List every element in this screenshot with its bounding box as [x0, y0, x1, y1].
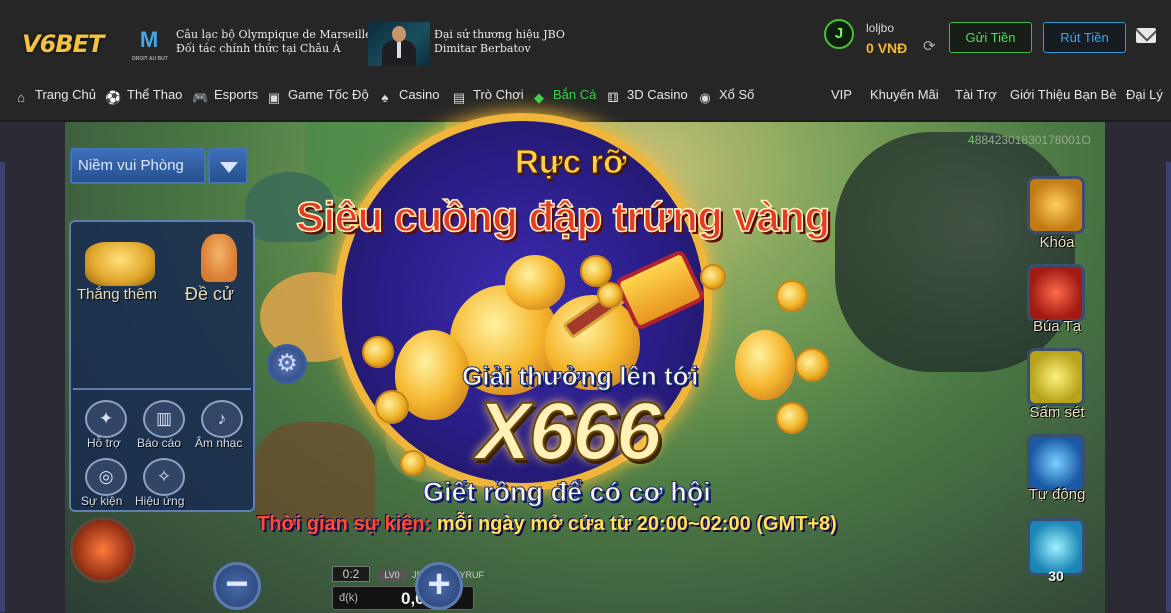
ambassador-text: Đại sứ thương hiệu JBO Dimitar Berbatov [434, 28, 565, 56]
gold-coin [776, 402, 808, 434]
promo-event-time: Thời gian sự kiện: mỗi ngày mở cửa từ 20… [257, 513, 837, 536]
nav-item-lottery[interactable]: ◉ Xổ Số [697, 87, 754, 106]
increase-bet-button[interactable]: + [415, 562, 463, 610]
nav-item-promotions[interactable]: Khuyến Mãi [870, 87, 939, 102]
gold-coin [776, 280, 808, 312]
nav-item-3d-casino[interactable]: ⚅ 3D Casino [605, 87, 687, 106]
ambassador-line-2: Dimitar Berbatov [434, 42, 531, 55]
event-time-label: Thời gian sự kiện: [257, 513, 432, 535]
v6bet-logo[interactable]: V6BET [22, 30, 122, 58]
bet-unit: đ(k) [339, 592, 358, 604]
soccer-ball-icon: ⚽ [105, 90, 122, 105]
fire-skill-button[interactable] [70, 517, 136, 583]
ambassador-photo [368, 22, 430, 66]
hammer-icon[interactable] [1027, 264, 1085, 322]
cannon-control-bar: − 0:2 LV0 JBolj8KTTYYRUF đ(k) 0,00 + [213, 562, 585, 613]
room-dropdown-arrow-icon[interactable] [208, 148, 248, 184]
refresh-balance-icon[interactable]: ⟳ [923, 39, 939, 55]
nav-item-agent[interactable]: Đại Lý [1126, 87, 1163, 102]
support-icon[interactable]: ✦ [85, 400, 127, 438]
golden-egg [735, 330, 795, 400]
auto-label[interactable]: Tự động [1021, 486, 1093, 503]
music-label[interactable]: Âm nhạc [195, 436, 242, 450]
effects-icon[interactable]: ✧ [143, 458, 185, 496]
dice-icon: ⚅ [607, 90, 619, 105]
slot-machine-icon: ▤ [452, 90, 466, 105]
lightning-label[interactable]: Sấm sét [1021, 404, 1093, 421]
gold-coin [375, 390, 409, 424]
lightning-icon[interactable] [1027, 348, 1085, 406]
nav-item-referral[interactable]: Giới Thiệu Bạn Bè [1010, 87, 1117, 102]
support-label[interactable]: Hỗ trợ [87, 436, 121, 450]
promo-tagline: Rực rỡ [515, 143, 628, 181]
nav-item-home[interactable]: ⌂ Trang Chủ [13, 87, 96, 106]
gold-coin [700, 264, 726, 290]
promo-condition: Giết rồng để có cơ hội [423, 477, 712, 508]
music-icon[interactable]: ♪ [201, 400, 243, 438]
left-backdrop [0, 122, 65, 613]
mail-icon[interactable] [1136, 28, 1156, 43]
balance-display: 0 VNĐ [866, 40, 907, 56]
thumbs-up-icon[interactable] [201, 234, 237, 282]
auto-icon[interactable] [1027, 434, 1085, 492]
events-label[interactable]: Sự kiện [81, 494, 122, 508]
cannon-multiplier: 0:2 [332, 566, 370, 582]
gamepad-icon: 🎮 [192, 90, 209, 105]
gold-coins-icon[interactable] [85, 242, 155, 286]
player-level: LV0 [377, 569, 407, 581]
settings-gear-icon[interactable]: ⚙ [267, 344, 307, 384]
nav-item-casino[interactable]: ♠ Casino [377, 87, 440, 106]
nav-item-sports[interactable]: ⚽ Thể Thao [105, 87, 182, 106]
lock-target-icon[interactable] [1027, 176, 1085, 234]
lottery-ball-icon: ◉ [699, 90, 711, 105]
earn-more-label[interactable]: Thắng thêm [77, 286, 157, 303]
decrease-bet-button[interactable]: − [213, 562, 261, 610]
withdraw-button[interactable]: Rút Tiền [1043, 22, 1126, 53]
nav-item-speed-game[interactable]: ▣ Game Tốc Độ [266, 87, 369, 106]
speed-game-icon: ▣ [267, 90, 281, 105]
username: loljbo [866, 21, 895, 35]
gold-coin [597, 282, 623, 308]
balance-amount: 0 [866, 40, 874, 56]
events-icon[interactable]: ◎ [85, 458, 127, 496]
olympique-marseille-crest-icon: M DROIT AU BUT [132, 27, 168, 62]
report-label[interactable]: Báo cáo [137, 436, 181, 450]
nav-item-vip[interactable]: VIP [831, 87, 852, 102]
rock-formation [255, 422, 375, 522]
menu-top-section: Thắng thêm Đề cử [73, 224, 251, 390]
lock-target-label[interactable]: Khóa [1021, 234, 1093, 251]
room-select[interactable]: Niềm vui Phòng [70, 148, 206, 184]
partner-line-2: Đối tác chính thức tại Châu Á [176, 42, 341, 55]
partner-text: Câu lạc bộ Olympique de Marseille Đối tá… [176, 28, 372, 56]
nav-item-esports[interactable]: 🎮 Esports [192, 87, 258, 106]
gold-coin [400, 450, 426, 476]
ambassador-line-1: Đại sứ thương hiệu JBO [434, 28, 565, 41]
cards-icon: ♠ [381, 90, 389, 105]
hammer-label[interactable]: Búa Tạ [1021, 318, 1093, 335]
skill-toolbar: Khóa Búa Tạ Sấm sét Tự động 30 [1021, 176, 1091, 613]
top-header: V6BET M DROIT AU BUT Câu lạc bộ Olympiqu… [0, 0, 1171, 120]
promo-multiplier: X666 [475, 385, 663, 478]
event-time-value: mỗi ngày mở cửa từ 20:00~02:00 (GMT+8) [431, 513, 837, 535]
report-icon[interactable]: ▥ [143, 400, 185, 438]
deposit-button[interactable]: Gửi Tiền [949, 22, 1032, 53]
user-avatar[interactable]: J [824, 19, 854, 49]
promo-title: Siêu cuồng đập trứng vàng [295, 192, 831, 241]
game-session-id: 48842301830178001O [968, 133, 1091, 147]
burst-count: 30 [1048, 568, 1064, 584]
home-icon: ⌂ [17, 90, 25, 105]
recommend-label[interactable]: Đề cử [185, 284, 234, 305]
effects-label[interactable]: Hiệu ứng [135, 494, 184, 508]
gold-coin [795, 348, 829, 382]
partner-line-1: Câu lạc bộ Olympique de Marseille [176, 28, 372, 41]
golden-egg [505, 255, 565, 310]
game-menu-panel: Thắng thêm Đề cử ✦ ▥ ♪ Hỗ trợ Báo cáo Âm… [69, 220, 255, 512]
gold-coin [362, 336, 394, 368]
right-backdrop [1105, 122, 1171, 613]
nav-item-sponsorship[interactable]: Tài Trợ [955, 87, 997, 102]
balance-currency: VNĐ [877, 40, 908, 56]
